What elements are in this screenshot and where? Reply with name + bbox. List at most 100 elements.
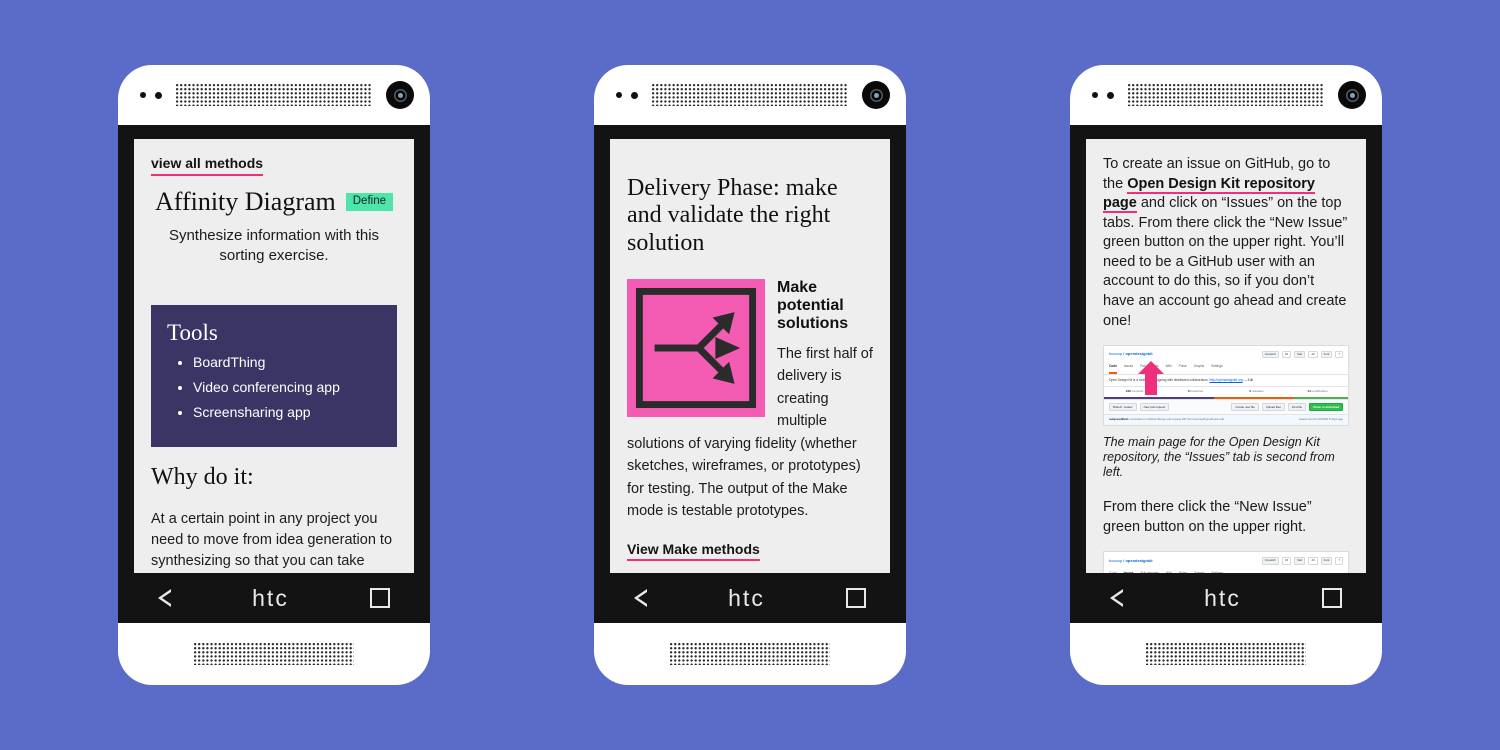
- tab-settings[interactable]: Settings: [1211, 363, 1223, 374]
- browser-viewport-tutorial[interactable]: To create an issue on GitHub, go to the …: [1086, 139, 1366, 573]
- why-do-it-heading: Why do it:: [151, 463, 254, 490]
- phone-top-bezel: [118, 65, 430, 125]
- language-segment-2: [1213, 396, 1295, 400]
- commit-message: committed on GitHub Merge pull request #…: [1129, 417, 1224, 422]
- repo-file-actions: Branch: master New pull request Create n…: [1104, 399, 1348, 415]
- speaker-grille-icon: [652, 84, 848, 106]
- page-content-method: view all methods Affinity Diagram Define…: [134, 139, 414, 573]
- proximity-sensors: [140, 91, 162, 99]
- file-controls: Create new file Upload files Find file C…: [1231, 403, 1343, 412]
- star-count: 40: [1308, 351, 1318, 359]
- new-pull-request-button[interactable]: New pull request: [1139, 403, 1170, 412]
- fork-button[interactable]: Fork: [1320, 557, 1333, 565]
- view-all-methods-link[interactable]: view all methods: [151, 155, 264, 176]
- watch-count: 32: [1281, 351, 1292, 359]
- tab-wiki[interactable]: Wiki: [1166, 363, 1172, 374]
- phone-device-method: view all methods Affinity Diagram Define…: [118, 65, 430, 685]
- watch-button[interactable]: Unwatch: [1261, 557, 1279, 565]
- star-count: 40: [1308, 557, 1318, 565]
- list-item: BoardThing: [193, 354, 381, 371]
- tools-heading: Tools: [167, 319, 218, 345]
- page-title: Delivery Phase: make and validate the ri…: [627, 175, 838, 256]
- phone-top-bezel: [594, 65, 906, 125]
- front-camera-icon: [386, 81, 414, 109]
- fork-count: 7: [1335, 351, 1343, 359]
- repo-breadcrumb[interactable]: bocoup / opendesignkit: [1109, 351, 1153, 357]
- star-button[interactable]: Star: [1294, 351, 1306, 359]
- phone-device-tutorial: To create an issue on GitHub, go to the …: [1070, 65, 1382, 685]
- language-segment-3: [1294, 396, 1348, 400]
- stat-label: contributors: [1311, 389, 1328, 394]
- branch-selector[interactable]: Branch: master: [1109, 403, 1137, 412]
- recents-button-icon[interactable]: [1321, 588, 1342, 608]
- back-button-icon[interactable]: [158, 589, 172, 607]
- repo-name: opendesignkit: [1125, 557, 1153, 563]
- tab-graphs[interactable]: Graphs: [1194, 363, 1204, 374]
- htc-home-logo[interactable]: htc: [252, 586, 289, 610]
- phone-screen-method: view all methods Affinity Diagram Define…: [118, 125, 430, 623]
- proximity-sensors: [1092, 91, 1114, 99]
- phone-screen-phase: Delivery Phase: make and validate the ri…: [594, 125, 906, 623]
- recents-button-icon[interactable]: [845, 588, 866, 608]
- stat-label: branches: [1190, 389, 1204, 394]
- star-button[interactable]: Star: [1294, 557, 1306, 565]
- upload-files-button[interactable]: Upload files: [1261, 403, 1285, 412]
- diverging-arrows-icon: [627, 279, 765, 418]
- light-sensor-icon: [631, 91, 638, 99]
- fork-count: 7: [1335, 557, 1343, 565]
- tab-code[interactable]: Code: [1109, 363, 1117, 374]
- stat-label: releases: [1251, 389, 1264, 394]
- htc-home-logo[interactable]: htc: [728, 586, 765, 610]
- language-bar: [1104, 396, 1348, 400]
- phone-bottom-bezel: [594, 623, 906, 685]
- find-file-button[interactable]: Find file: [1287, 403, 1306, 412]
- create-new-file-button[interactable]: Create new file: [1231, 403, 1259, 412]
- page-content-tutorial: To create an issue on GitHub, go to the …: [1086, 139, 1366, 573]
- back-button-icon[interactable]: [634, 589, 648, 607]
- speaker-grille-icon: [176, 84, 372, 106]
- tab-issues[interactable]: Issues: [1124, 363, 1133, 374]
- list-item: Screensharing app: [193, 404, 381, 421]
- tools-list: BoardThing Video conferencing app Screen…: [167, 354, 381, 420]
- htc-home-logo[interactable]: htc: [1204, 586, 1241, 610]
- phone-gallery: view all methods Affinity Diagram Define…: [0, 0, 1500, 750]
- phone-device-phase: Delivery Phase: make and validate the ri…: [594, 65, 906, 685]
- repo-name: opendesignkit: [1125, 351, 1153, 357]
- fork-button[interactable]: Fork: [1320, 351, 1333, 359]
- repo-breadcrumb[interactable]: bocoup / opendesignkit: [1109, 557, 1153, 563]
- repo-action-pills: Unwatch 32 Star 40 Fork 7: [1261, 351, 1343, 359]
- phone-screen-tutorial: To create an issue on GitHub, go to the …: [1070, 125, 1382, 623]
- repo-owner: bocoup: [1109, 351, 1123, 357]
- repo-description-edit[interactable]: — Edit: [1244, 378, 1254, 382]
- repo-stat-contributors[interactable]: 14 contributors: [1287, 387, 1348, 396]
- bottom-speaker-grille-icon: [1146, 643, 1306, 665]
- mode-link-wrap: View Make methods: [627, 523, 873, 562]
- android-softkey-bar: htc: [594, 573, 906, 623]
- tab-pulse[interactable]: Pulse: [1179, 363, 1187, 374]
- page-title: Affinity Diagram: [154, 186, 336, 216]
- phone-bottom-bezel: [1070, 623, 1382, 685]
- browser-viewport-method[interactable]: view all methods Affinity Diagram Define…: [134, 139, 414, 573]
- repo-stat-branches[interactable]: 6 branches: [1165, 387, 1226, 396]
- stat-value: 226: [1125, 389, 1131, 394]
- github-repo-header: bocoup / opendesignkit Unwatch 32 Star 4…: [1104, 346, 1348, 361]
- repo-homepage-link[interactable]: http://opendesignkit.org: [1209, 378, 1242, 382]
- view-make-methods-link[interactable]: View Make methods: [627, 541, 760, 562]
- clone-or-download-button[interactable]: Clone or download: [1308, 403, 1343, 412]
- figure-one-caption: The main page for the Open Design Kit re…: [1103, 434, 1335, 480]
- watch-button[interactable]: Unwatch: [1261, 351, 1279, 359]
- android-softkey-bar: htc: [118, 573, 430, 623]
- commit-latest: Latest commit a5708f4 5 days ago: [1298, 417, 1343, 422]
- browser-viewport-phase[interactable]: Delivery Phase: make and validate the ri…: [610, 139, 890, 573]
- list-item: Video conferencing app: [193, 379, 381, 396]
- back-button-icon[interactable]: [1110, 589, 1124, 607]
- github-repo-screenshot: bocoup / opendesignkit Unwatch 32 Star 4…: [1103, 345, 1349, 426]
- repo-stat-releases[interactable]: 0 releases: [1226, 387, 1287, 396]
- phone-top-bezel: [1070, 65, 1382, 125]
- commit-author: ramjoasdklein: [1109, 417, 1129, 422]
- front-camera-icon: [1338, 81, 1366, 109]
- github-issues-screenshot: bocoup / opendesignkit Unwatch 32 Star 4…: [1103, 551, 1349, 573]
- recents-button-icon[interactable]: [369, 588, 390, 608]
- repo-action-pills: Unwatch 32 Star 40 Fork 7: [1261, 557, 1343, 565]
- method-subtitle: Synthesize information with this sorting…: [168, 227, 380, 265]
